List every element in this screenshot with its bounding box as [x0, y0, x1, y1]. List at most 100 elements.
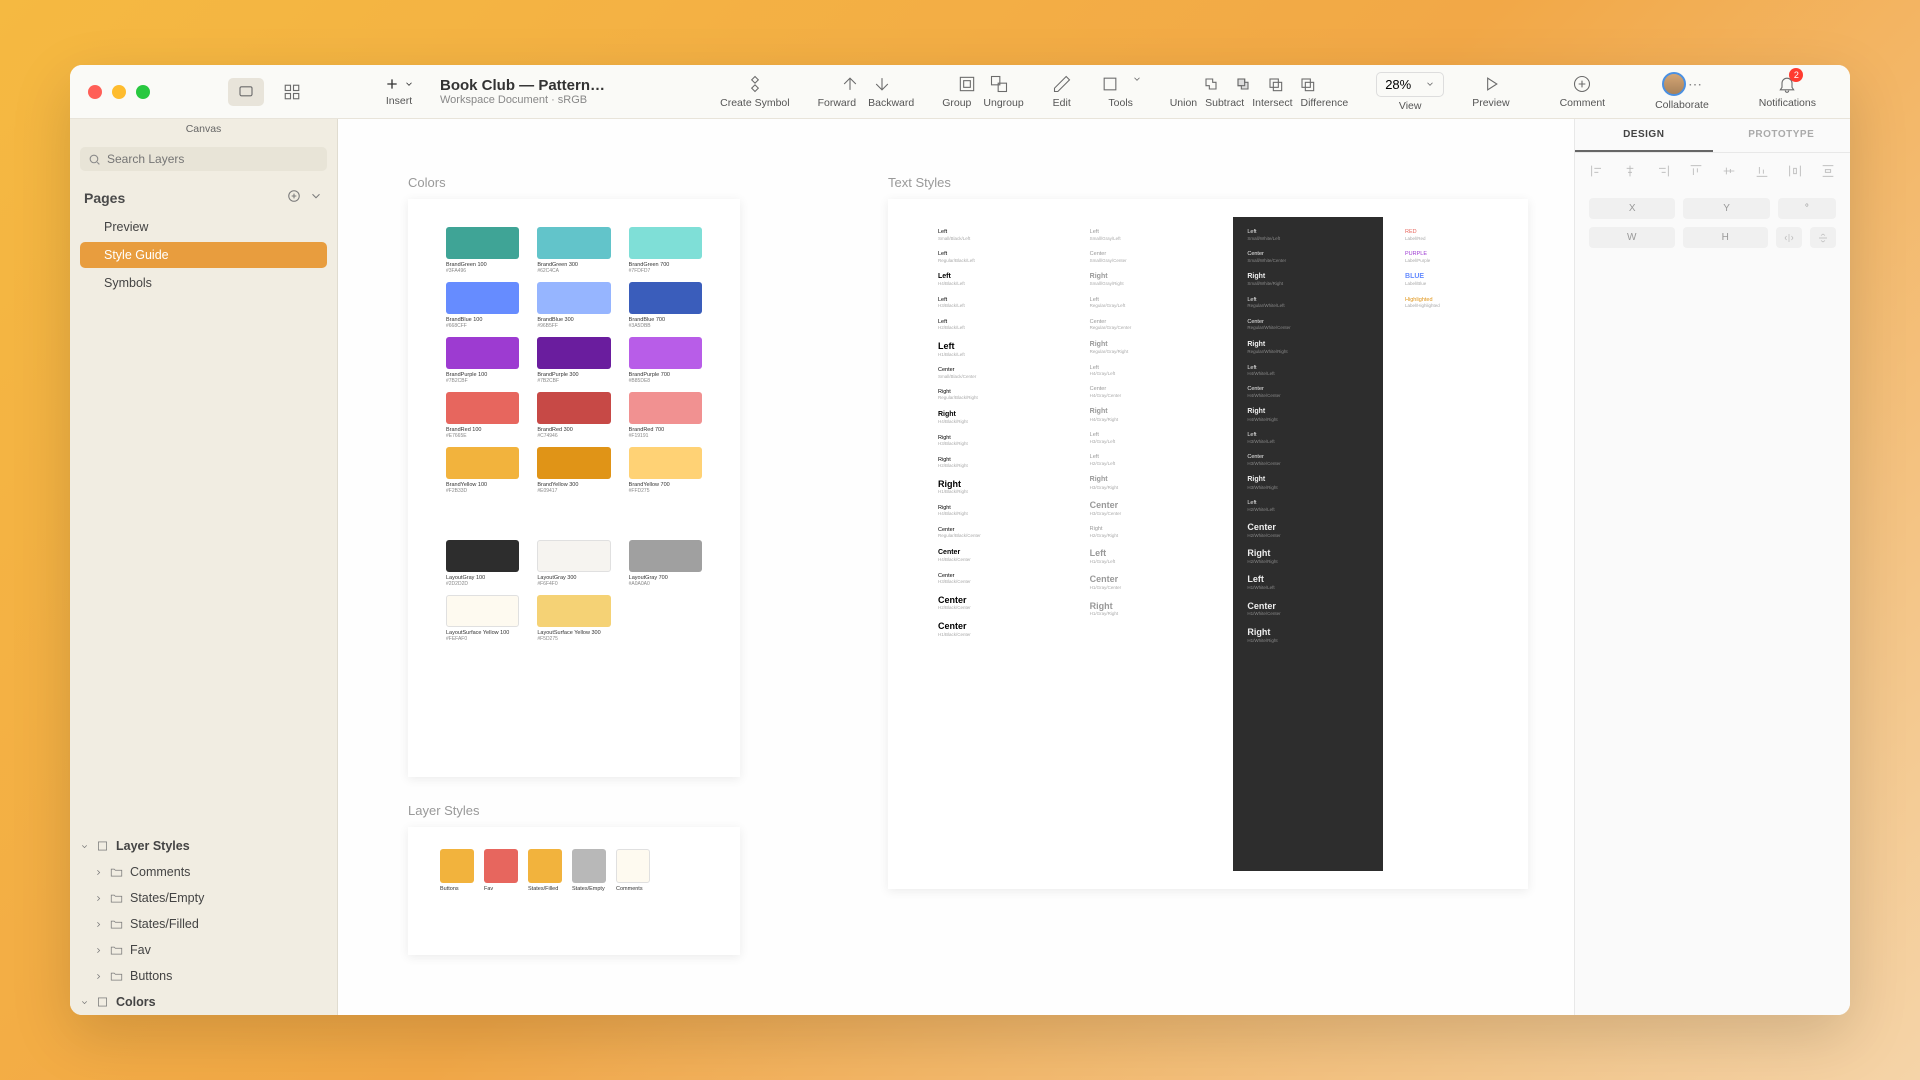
color-swatch[interactable]: BrandYellow 700#FFD275 [629, 447, 702, 494]
text-style-entry[interactable]: CenterH2/Black/Center [938, 595, 1060, 611]
text-style-entry[interactable]: RightH2/Gray/Right [1090, 526, 1212, 538]
text-style-entry[interactable]: LeftH2/Gray/Left [1090, 454, 1212, 466]
text-style-entry[interactable]: CenterH4/Gray/Center [1090, 386, 1212, 398]
color-swatch[interactable]: LayoutGray 300#F6F4F0 [537, 540, 610, 587]
text-style-entry[interactable]: CenterH1/White/Center [1247, 601, 1369, 617]
search-input[interactable] [107, 152, 319, 166]
design-tab[interactable]: DESIGN [1575, 119, 1713, 152]
text-style-entry[interactable]: LeftH4/White/Left [1247, 365, 1369, 377]
color-swatch[interactable]: LayoutGray 100#2D2D2D [446, 540, 519, 587]
search-layers[interactable] [80, 147, 327, 171]
color-swatch[interactable]: BrandYellow 300#E09417 [537, 447, 610, 494]
text-style-entry[interactable]: CenterSmall/Gray/Center [1090, 251, 1212, 263]
comment-icon[interactable] [1572, 74, 1592, 94]
text-style-entry[interactable]: LeftH4/Gray/Left [1090, 365, 1212, 377]
align-right-icon[interactable] [1655, 163, 1671, 184]
group-icon[interactable] [957, 74, 977, 94]
text-style-entry[interactable]: RightH1/Gray/Right [1090, 601, 1212, 617]
color-swatch[interactable]: BrandPurple 300#7B2CBF [537, 337, 610, 384]
layer-styles-artboard[interactable]: Layer Styles ButtonsFavStates/FilledStat… [408, 827, 740, 955]
y-field[interactable]: Y [1683, 198, 1769, 219]
align-top-icon[interactable] [1688, 163, 1704, 184]
text-style-entry[interactable]: CenterH4/Black/Center [938, 549, 1060, 563]
text-style-entry[interactable]: RightH4/Black/Right [938, 505, 1060, 517]
text-style-entry[interactable]: LeftSmall/Black/Left [938, 229, 1060, 241]
text-style-entry[interactable]: PURPLELabel/Purple [1405, 251, 1478, 263]
layer-style-swatch[interactable]: Fav [484, 849, 518, 892]
text-style-entry[interactable]: CenterRegular/Black/Center [938, 527, 1060, 539]
text-style-entry[interactable]: CenterH3/Black/Center [938, 573, 1060, 585]
x-field[interactable]: X [1589, 198, 1675, 219]
color-swatch[interactable]: BrandRed 100#E7665E [446, 392, 519, 439]
edit-icon[interactable] [1052, 74, 1072, 94]
text-style-entry[interactable]: LeftH3/Gray/Left [1090, 432, 1212, 444]
layer-styles-folder[interactable]: Layer Styles [70, 833, 337, 859]
color-swatch[interactable]: LayoutGray 700#A0A0A0 [629, 540, 702, 587]
ungroup-icon[interactable] [989, 74, 1009, 94]
color-swatch[interactable]: BrandBlue 300#96B5FF [537, 282, 610, 329]
text-style-entry[interactable]: LeftRegular/Black/Left [938, 251, 1060, 263]
layer-folder[interactable]: States/Filled [70, 911, 337, 937]
text-style-entry[interactable]: CenterH3/White/Center [1247, 454, 1369, 466]
text-style-entry[interactable]: BLUELabel/Blue [1405, 273, 1478, 287]
angle-field[interactable]: ° [1778, 198, 1836, 219]
text-style-entry[interactable]: CenterSmall/Black/Center [938, 367, 1060, 379]
text-style-entry[interactable]: RightH2/White/Right [1247, 548, 1369, 564]
text-style-entry[interactable]: CenterRegular/White/Center [1247, 319, 1369, 331]
text-style-entry[interactable]: LeftRegular/White/Left [1247, 297, 1369, 309]
layer-style-swatch[interactable]: States/Filled [528, 849, 562, 892]
text-style-entry[interactable]: RightH4/Black/Right [938, 411, 1060, 425]
color-swatch[interactable]: LayoutSurface Yellow 100#FEFAF0 [446, 595, 519, 642]
color-swatch[interactable]: BrandBlue 100#668CFF [446, 282, 519, 329]
layer-folder[interactable]: Comments [70, 859, 337, 885]
pages-chevron-icon[interactable] [309, 189, 323, 206]
create-symbol-icon[interactable] [745, 74, 765, 94]
text-style-entry[interactable]: RightH2/Black/Right [938, 457, 1060, 469]
canvas[interactable]: Colors BrandGreen 100#3FA496BrandGreen 3… [338, 119, 1574, 1015]
text-style-entry[interactable]: RightH3/Gray/Right [1090, 476, 1212, 490]
colors-artboard[interactable]: Colors BrandGreen 100#3FA496BrandGreen 3… [408, 199, 740, 777]
color-swatch[interactable]: BrandRed 700#F19191 [629, 392, 702, 439]
union-icon[interactable] [1201, 74, 1221, 94]
distribute-v-icon[interactable] [1820, 163, 1836, 184]
colors-folder[interactable]: Colors [70, 989, 337, 1015]
color-swatch[interactable]: BrandGreen 300#62C4CA [537, 227, 610, 274]
text-style-entry[interactable]: RightSmall/Gray/Right [1090, 273, 1212, 287]
text-style-entry[interactable]: LeftRegular/Gray/Left [1090, 297, 1212, 309]
color-swatch[interactable]: LayoutSurface Yellow 300#F5D275 [537, 595, 610, 642]
h-field[interactable]: H [1683, 227, 1769, 248]
prototype-tab[interactable]: PROTOTYPE [1713, 119, 1851, 152]
text-style-entry[interactable]: LeftH2/White/Left [1247, 500, 1369, 512]
text-style-entry[interactable]: LeftH2/Black/Left [938, 319, 1060, 331]
text-style-entry[interactable]: CenterSmall/White/Center [1247, 251, 1369, 263]
distribute-h-icon[interactable] [1787, 163, 1803, 184]
close-window[interactable] [88, 85, 102, 99]
insert-button[interactable] [384, 76, 414, 92]
page-item[interactable]: Style Guide [80, 242, 327, 268]
preview-icon[interactable] [1481, 74, 1501, 94]
text-style-entry[interactable]: RightH4/Gray/Right [1090, 408, 1212, 422]
layer-folder[interactable]: Fav [70, 937, 337, 963]
layer-style-swatch[interactable]: States/Empty [572, 849, 606, 892]
text-style-entry[interactable]: RightH3/White/Right [1247, 476, 1369, 490]
color-swatch[interactable]: BrandPurple 700#B85DE8 [629, 337, 702, 384]
text-style-entry[interactable]: LeftH1/Gray/Left [1090, 548, 1212, 564]
text-style-entry[interactable]: LeftH1/Black/Left [938, 341, 1060, 357]
text-style-entry[interactable]: HighlightedLabel/Highlighted [1405, 297, 1478, 309]
subtract-icon[interactable] [1233, 74, 1253, 94]
text-style-entry[interactable]: RightH4/White/Right [1247, 408, 1369, 422]
zoom-window[interactable] [136, 85, 150, 99]
text-style-entry[interactable]: CenterH4/White/Center [1247, 386, 1369, 398]
text-styles-artboard[interactable]: Text Styles LeftSmall/Black/LeftLeftRegu… [888, 199, 1528, 889]
page-item[interactable]: Preview [80, 214, 327, 240]
layer-folder[interactable]: States/Empty [70, 885, 337, 911]
difference-icon[interactable] [1297, 74, 1317, 94]
layer-style-swatch[interactable]: Buttons [440, 849, 474, 892]
align-center-v-icon[interactable] [1721, 163, 1737, 184]
page-item[interactable]: Symbols [80, 270, 327, 296]
text-style-entry[interactable]: LeftSmall/Gray/Left [1090, 229, 1212, 241]
layer-folder[interactable]: Buttons [70, 963, 337, 989]
align-center-h-icon[interactable] [1622, 163, 1638, 184]
text-style-entry[interactable]: CenterH2/White/Center [1247, 522, 1369, 538]
align-left-icon[interactable] [1589, 163, 1605, 184]
